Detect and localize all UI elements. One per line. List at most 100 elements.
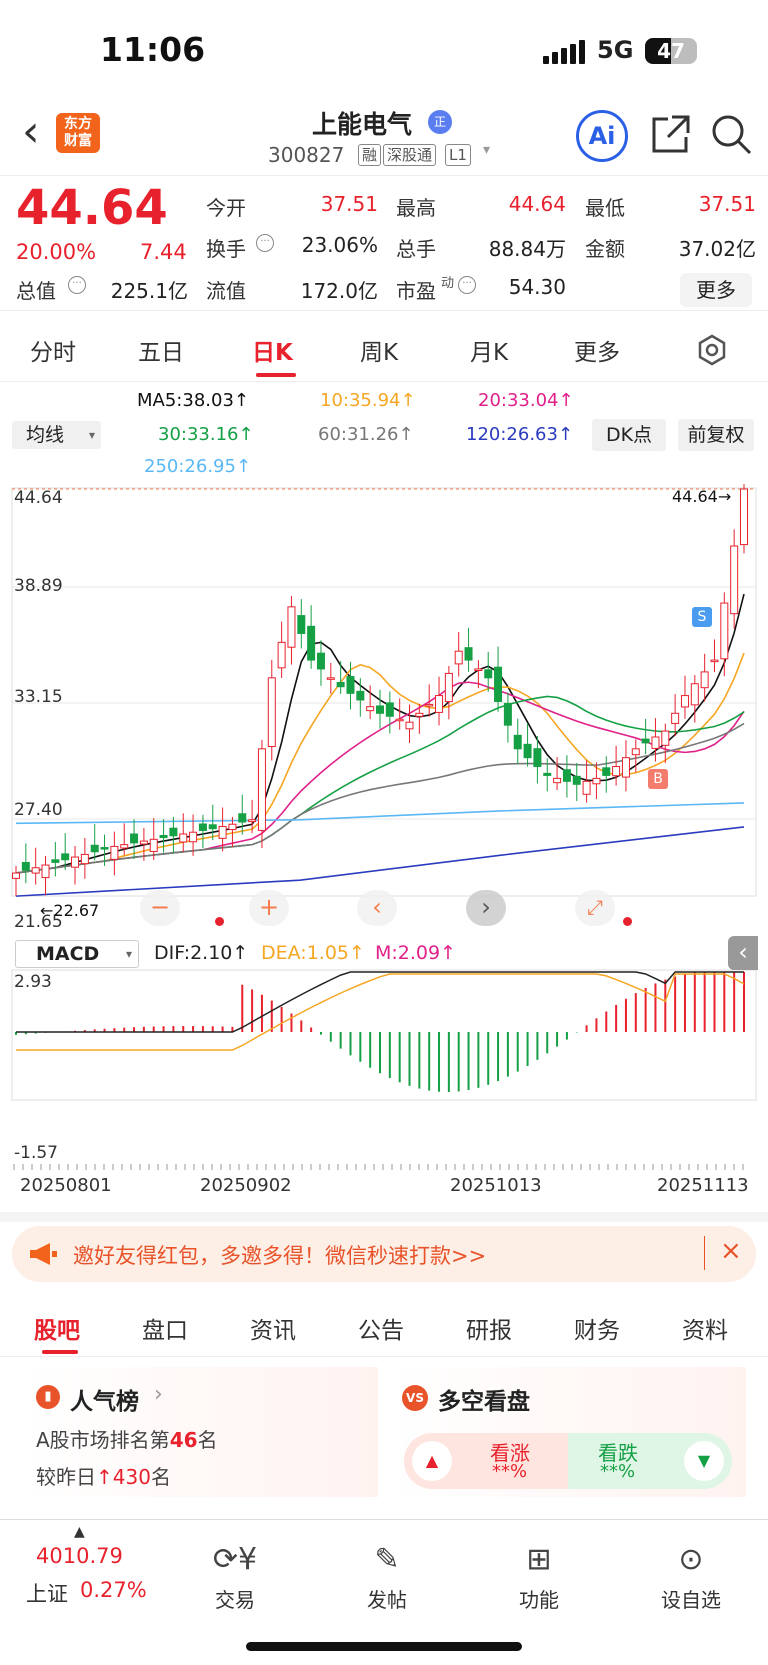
candle-body [287, 606, 296, 648]
candle-body [553, 777, 562, 784]
nav-add-watchlist[interactable]: 设自选 [651, 1584, 731, 1613]
promo-banner[interactable]: 邀好友得红包，多邀多得！微信秒速打款>> × [12, 1226, 756, 1282]
section-divider [0, 1212, 768, 1222]
popularity-title: 人气榜 [70, 1389, 139, 1415]
candle-body [208, 824, 217, 830]
ai-button[interactable]: Ai [576, 110, 628, 162]
tab-more[interactable]: 更多 [574, 333, 620, 367]
tab-five-day[interactable]: 五日 [138, 333, 184, 367]
banner-text[interactable]: 邀好友得红包，多邀多得！微信秒速打款>> [73, 1240, 486, 1270]
indicator-selector[interactable]: MACD ▾ [15, 940, 139, 968]
settings-icon[interactable] [696, 334, 728, 366]
zoom-out-button[interactable]: − [140, 890, 180, 926]
date-label-1: 20250801 [20, 1175, 112, 1196]
nav-post[interactable]: 发帖 [347, 1584, 427, 1613]
ma-selector[interactable]: 均线 ▾ [12, 421, 101, 449]
change-percent: 20.00% [16, 240, 97, 264]
signal-icon [543, 40, 585, 64]
trade-icon[interactable]: ⟳¥ [205, 1542, 265, 1577]
info-icon[interactable]: ··· [458, 276, 476, 294]
adjust-button[interactable]: 前复权 [678, 419, 754, 451]
pe-label: 市盈 [396, 279, 436, 303]
candle-body [120, 844, 129, 849]
popularity-card[interactable]: ▮ 人气榜 › A股市场排名第46名 较昨日↑430名 [22, 1367, 378, 1497]
nav-trade[interactable]: 交易 [195, 1584, 275, 1613]
tab-monthly-k[interactable]: 月K [470, 333, 508, 367]
tab-research[interactable]: 研报 [466, 1311, 512, 1345]
info-icon[interactable]: ··· [68, 276, 86, 294]
search-icon[interactable] [710, 113, 752, 157]
chart-grid [11, 487, 757, 1170]
candle-body [41, 864, 50, 879]
dk-point-button[interactable]: DK点 [592, 419, 666, 451]
quote-panel: 44.64 20.00% 7.44 今开 37.51 最高 44.64 最低 3… [0, 176, 768, 311]
sell-signal-badge[interactable]: S [692, 607, 712, 627]
low-label: 最低 [585, 196, 625, 220]
tab-weekly-k[interactable]: 周K [360, 333, 398, 367]
tab-intraday[interactable]: 分时 [30, 333, 76, 367]
candle-body [612, 766, 621, 777]
tab-news[interactable]: 资讯 [250, 1311, 296, 1345]
buy-signal-badge[interactable]: B [648, 769, 668, 789]
tag-level1: L1 [445, 144, 471, 166]
info-icon[interactable]: ··· [256, 234, 274, 252]
candle-body [21, 861, 30, 871]
y-label-2: 38.89 [14, 576, 63, 596]
float-value: 172.0亿 [300, 279, 378, 303]
battery-icon: 47 [645, 38, 697, 64]
macd-frame [11, 969, 757, 1101]
content-tabs: 股吧 盘口 资讯 公告 研报 财务 资料 [0, 1295, 768, 1357]
collapse-panel-button[interactable]: ‹ [728, 936, 758, 970]
functions-icon[interactable]: ⊞ [509, 1542, 569, 1577]
index-name[interactable]: 上证 [26, 1578, 68, 1608]
vs-icon: VS [402, 1385, 428, 1411]
kline-chart[interactable] [0, 484, 768, 1214]
bullish-button[interactable]: ▲ 看涨 **% [404, 1433, 568, 1489]
tab-finance[interactable]: 财务 [574, 1311, 620, 1345]
candle-body [523, 743, 532, 759]
share-icon[interactable] [650, 113, 690, 157]
candle-body [690, 683, 699, 706]
candle-body [543, 772, 552, 776]
index-change[interactable]: 0.27% [80, 1578, 147, 1602]
more-circle-icon[interactable]: ⊙ [661, 1542, 721, 1577]
more-button[interactable]: 更多 [680, 273, 752, 307]
candle-body [218, 825, 227, 839]
candle-body [454, 650, 463, 665]
ma20-value: 20:33.04↑ [478, 390, 574, 411]
last-price: 44.64 [16, 180, 168, 236]
candle-body [257, 748, 266, 831]
tab-daily-k[interactable]: 日K [252, 333, 293, 367]
low-marker: ←22.67 [40, 901, 100, 920]
candle-body [267, 677, 276, 748]
candle-body [297, 615, 306, 634]
indicator-dot [215, 917, 224, 926]
candle-body [179, 833, 188, 843]
candle-body [710, 659, 719, 663]
chevron-left-icon[interactable]: ‹ [22, 110, 40, 154]
tab-guba[interactable]: 股吧 [34, 1311, 80, 1345]
fullscreen-icon[interactable]: ⤢ [575, 890, 615, 926]
network-type: 5G [597, 36, 634, 64]
pe-value: 54.30 [508, 275, 566, 299]
scroll-left-button[interactable]: ‹ [357, 890, 397, 926]
banner-divider [704, 1236, 705, 1270]
tab-announcements[interactable]: 公告 [358, 1311, 404, 1345]
tab-pankou[interactable]: 盘口 [142, 1311, 188, 1345]
bearish-button[interactable]: 看跌 **% ▼ [568, 1433, 732, 1489]
candle-body [562, 769, 571, 782]
high-label: 最高 [396, 196, 436, 220]
megaphone-icon [30, 1243, 57, 1265]
index-value[interactable]: 4010.79 [36, 1544, 123, 1568]
nav-functions[interactable]: 功能 [499, 1584, 579, 1613]
chevron-down-icon[interactable]: ▾ [483, 142, 490, 158]
post-icon[interactable]: ✎ [357, 1542, 417, 1577]
scroll-right-button[interactable]: › [466, 890, 506, 926]
candle-body [513, 734, 522, 750]
candle-body [464, 647, 473, 661]
zoom-in-button[interactable]: + [249, 890, 289, 926]
close-icon[interactable]: × [720, 1236, 742, 1266]
dif-value: DIF:2.10↑ [154, 942, 249, 964]
high-value: 44.64 [508, 192, 566, 216]
tab-profile[interactable]: 资料 [682, 1311, 728, 1345]
